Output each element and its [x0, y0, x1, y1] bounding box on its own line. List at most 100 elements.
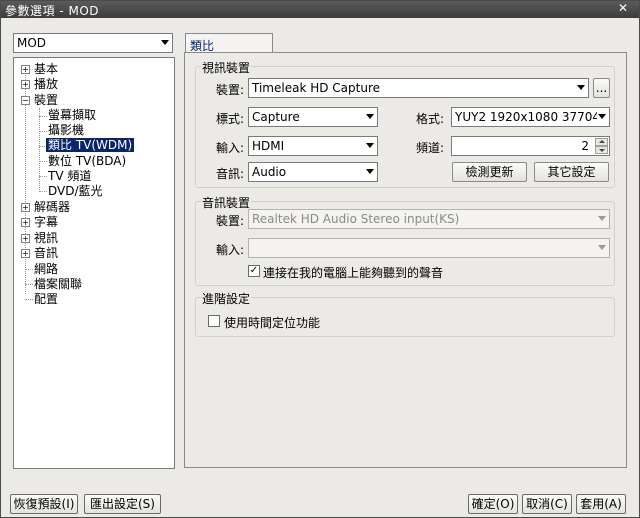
- tree-connector: [39, 116, 47, 117]
- tree-item-file-associations[interactable]: 檔案關聯: [34, 277, 82, 292]
- timeshift-label: 使用時間定位功能: [224, 316, 321, 330]
- tree-item-label: 解碼器: [34, 200, 71, 214]
- input-label: 輸入:: [216, 141, 245, 155]
- tree-item-analog-tv[interactable]: 類比 TV(WDM): [46, 138, 135, 153]
- tree-item-label: 配置: [34, 292, 59, 306]
- expand-icon[interactable]: +: [21, 249, 30, 258]
- other-settings-button[interactable]: 其它設定: [534, 162, 609, 182]
- chevron-down-icon: [366, 143, 374, 148]
- tree-item-label: 檔案關聯: [34, 277, 83, 291]
- tree-item-dvd-bluray[interactable]: DVD/藍光: [48, 184, 103, 199]
- expand-icon[interactable]: +: [21, 234, 30, 243]
- standard-label: 標式:: [216, 112, 245, 126]
- advanced-settings-group: 進階設定 使用時間定位功能: [195, 290, 615, 337]
- expand-icon[interactable]: +: [21, 218, 30, 227]
- window-title: 參數選項 - MOD: [5, 4, 99, 18]
- close-icon[interactable]: ✕: [613, 1, 633, 16]
- video-device-select[interactable]: Timeleak HD Capture: [248, 78, 589, 98]
- video-device-group-title: 視訊裝置: [201, 59, 252, 76]
- tree-item-camera[interactable]: 攝影機: [48, 123, 84, 138]
- standard-value: Capture: [252, 110, 300, 124]
- detect-update-button[interactable]: 檢測更新: [452, 162, 527, 182]
- decrement-icon[interactable]: [595, 146, 608, 154]
- tree-item-label: 基本: [34, 62, 59, 76]
- audio-select[interactable]: Audio: [248, 162, 378, 182]
- format-label: 格式:: [416, 112, 445, 126]
- connect-audio-label: 連接在我的電腦上能夠聽到的聲音: [263, 266, 444, 280]
- audio-device-group-title: 音訊裝置: [201, 194, 252, 211]
- tree-connector: [25, 269, 33, 270]
- tree-item-label: 音訊: [34, 246, 59, 260]
- tree-connector: [39, 191, 47, 192]
- tree-item-network[interactable]: 網路: [34, 262, 58, 277]
- audio-input-select[interactable]: [248, 238, 610, 258]
- title-bar: 參數選項 - MOD ✕: [1, 1, 639, 18]
- expand-icon[interactable]: +: [21, 80, 30, 89]
- input-value: HDMI: [252, 139, 285, 153]
- tree-item-label: 數位 TV(BDA): [48, 154, 127, 168]
- audio-device-group: 音訊裝置 裝置: Realtek HD Audio Stereo input(K…: [195, 194, 615, 286]
- chevron-down-icon: [598, 245, 606, 250]
- tree-connector: [25, 284, 33, 285]
- format-select[interactable]: YUY2 1920x1080 37704752: [451, 107, 610, 127]
- tree-item-label: 攝影機: [48, 123, 85, 137]
- format-value: YUY2 1920x1080 37704752: [455, 110, 597, 124]
- ok-button[interactable]: 確定(O): [468, 494, 518, 514]
- reset-defaults-button[interactable]: 恢復預設(I): [10, 494, 78, 514]
- collapse-icon[interactable]: −: [21, 96, 30, 105]
- channel-value: 2: [581, 139, 589, 153]
- tree-item-label: 裝置: [34, 93, 59, 107]
- connect-audio-checkbox[interactable]: ✓: [248, 265, 260, 277]
- profile-select[interactable]: MOD: [13, 33, 173, 53]
- chevron-down-icon: [161, 40, 169, 45]
- chevron-down-icon: [598, 216, 606, 221]
- tree-connector: [39, 108, 40, 192]
- tree-item-tv-channels[interactable]: TV 頻道: [48, 169, 91, 184]
- increment-icon[interactable]: [595, 138, 608, 146]
- tree-item-digital-tv[interactable]: 數位 TV(BDA): [48, 154, 126, 169]
- cancel-button[interactable]: 取消(C): [522, 494, 572, 514]
- tree-item-label: 網路: [34, 262, 59, 276]
- tree-connector: [25, 299, 33, 300]
- audio-input-label: 輸入:: [216, 243, 245, 257]
- tree-item-label: TV 頻道: [48, 169, 92, 183]
- tree-item-label: DVD/藍光: [48, 184, 103, 198]
- chevron-down-icon: [598, 114, 606, 119]
- preferences-window: 參數選項 - MOD ✕ MOD + 基本 + 播放 − 裝置 螢幕擷取 攝影機…: [0, 0, 640, 518]
- tree-connector: [39, 176, 47, 177]
- channel-label: 頻道:: [416, 141, 445, 155]
- audio-device-value: Realtek HD Audio Stereo input(KS): [252, 212, 460, 226]
- tree-connector: [39, 131, 47, 132]
- audio-device-select[interactable]: Realtek HD Audio Stereo input(KS): [248, 209, 610, 229]
- video-device-value: Timeleak HD Capture: [252, 81, 380, 95]
- tree-item-label: 視訊: [34, 231, 59, 245]
- tab-analog-tv[interactable]: 類比 TV(WDM): [185, 33, 273, 68]
- expand-icon[interactable]: +: [21, 65, 30, 74]
- profile-select-value: MOD: [17, 36, 47, 50]
- settings-panel: 視訊裝置 裝置: Timeleak HD Capture ... 標式: Cap…: [184, 52, 627, 468]
- video-device-label: 裝置:: [216, 83, 245, 97]
- settings-tree[interactable]: + 基本 + 播放 − 裝置 螢幕擷取 攝影機 類比 TV(WDM) 數位 TV…: [13, 57, 175, 469]
- tree-item-configuration[interactable]: 配置: [34, 292, 58, 307]
- video-device-group: 視訊裝置 裝置: Timeleak HD Capture ... 標式: Cap…: [195, 59, 615, 188]
- tree-item-label: 播放: [34, 77, 59, 91]
- chevron-down-icon: [366, 114, 374, 119]
- advanced-settings-group-title: 進階設定: [201, 290, 252, 307]
- audio-device-label: 裝置:: [216, 214, 245, 228]
- tree-item-label: 字幕: [34, 215, 59, 229]
- input-select[interactable]: HDMI: [248, 136, 378, 156]
- export-settings-button[interactable]: 匯出設定(S): [84, 494, 161, 514]
- timeshift-checkbox[interactable]: [208, 315, 220, 327]
- standard-select[interactable]: Capture: [248, 107, 378, 127]
- tree-connector: [39, 161, 47, 162]
- tree-item-label: 類比 TV(WDM): [46, 138, 135, 152]
- tree-item-screen-capture[interactable]: 螢幕擷取: [48, 108, 96, 123]
- apply-button[interactable]: 套用(A): [576, 494, 626, 514]
- audio-label: 音訊:: [216, 167, 245, 181]
- chevron-down-icon: [366, 169, 374, 174]
- expand-icon[interactable]: +: [21, 203, 30, 212]
- channel-stepper[interactable]: 2: [451, 136, 610, 156]
- chevron-down-icon: [577, 85, 585, 90]
- audio-value: Audio: [252, 165, 287, 179]
- browse-button[interactable]: ...: [593, 78, 610, 98]
